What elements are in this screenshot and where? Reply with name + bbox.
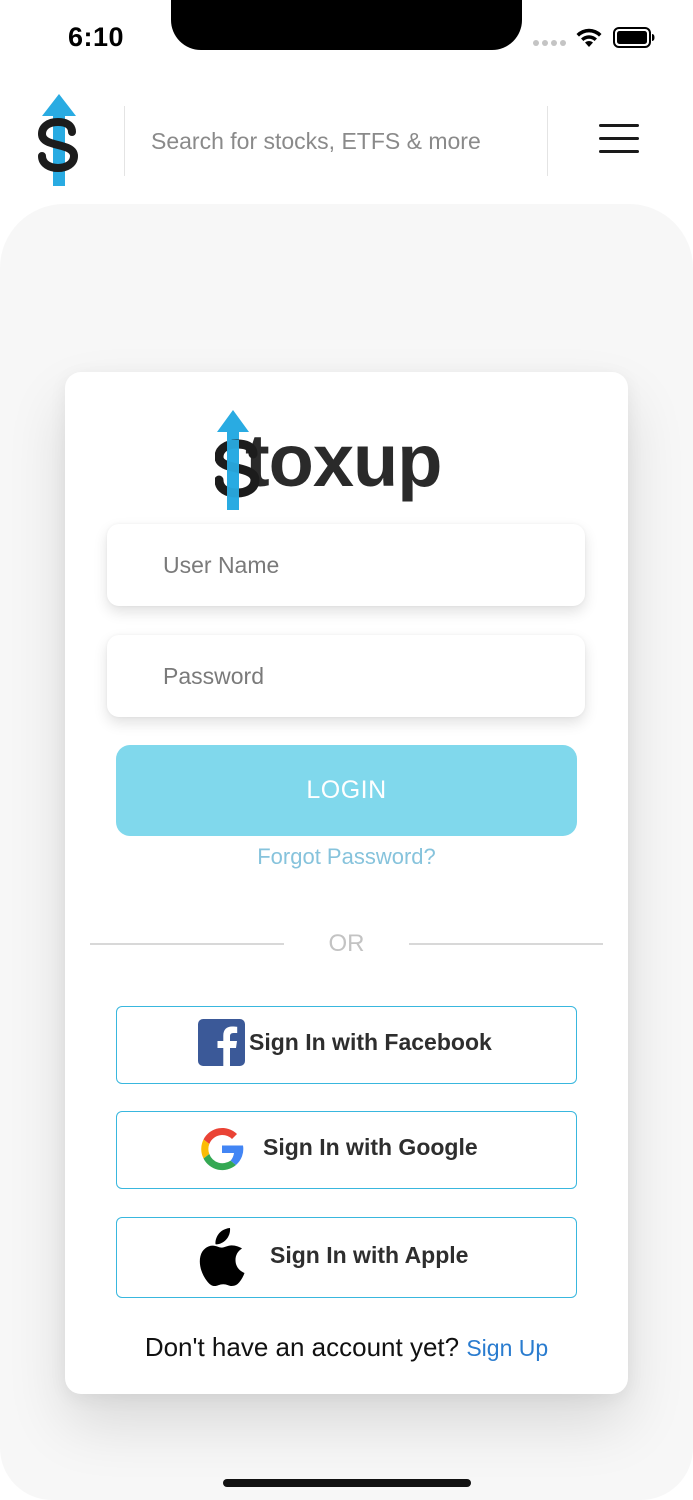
search-bar[interactable]: [124, 106, 548, 176]
google-icon: [201, 1127, 244, 1171]
brand-dollar-arrow-icon[interactable]: [34, 94, 84, 186]
status-bar: 6:10: [0, 0, 693, 80]
app-screen: 6:10 toxup: [0, 0, 693, 1500]
facebook-signin-label: Sign In with Facebook: [249, 1029, 492, 1055]
apple-signin-button[interactable]: Sign In with Apple: [116, 1217, 577, 1298]
home-indicator[interactable]: [223, 1479, 471, 1487]
facebook-signin-button[interactable]: Sign In with Facebook: [116, 1006, 577, 1084]
apple-icon: [199, 1228, 245, 1286]
no-account-text: Don't have an account yet?: [144, 1332, 460, 1362]
logo-wordmark: toxup: [245, 419, 442, 502]
signup-link[interactable]: Sign Up: [466, 1335, 548, 1361]
divider-right: [409, 943, 603, 945]
apple-signin-label: Sign In with Apple: [270, 1242, 469, 1268]
password-input[interactable]: [161, 661, 565, 691]
search-input[interactable]: [149, 126, 547, 156]
login-card: toxup LOGIN Forgot Password? OR Sign In …: [65, 372, 628, 1394]
app-header: [0, 80, 693, 200]
forgot-password-link[interactable]: Forgot Password?: [65, 844, 628, 870]
signal-icon: [533, 40, 566, 46]
wifi-icon: [576, 28, 602, 47]
username-field[interactable]: [107, 524, 585, 606]
username-input[interactable]: [161, 550, 565, 580]
login-button[interactable]: LOGIN: [116, 745, 577, 836]
status-time: 6:10: [68, 22, 125, 52]
google-signin-button[interactable]: Sign In with Google: [116, 1111, 577, 1189]
hamburger-menu-icon[interactable]: [599, 124, 639, 156]
password-field[interactable]: [107, 635, 585, 717]
facebook-icon: [198, 1019, 245, 1066]
signup-prompt: Don't have an account yet? Sign Up: [65, 1332, 628, 1363]
google-signin-label: Sign In with Google: [263, 1134, 478, 1160]
logo-dollar-arrow-icon: [215, 410, 260, 510]
brand-logo: toxup: [215, 410, 485, 510]
battery-icon: [613, 27, 655, 48]
device-notch: [171, 0, 522, 50]
